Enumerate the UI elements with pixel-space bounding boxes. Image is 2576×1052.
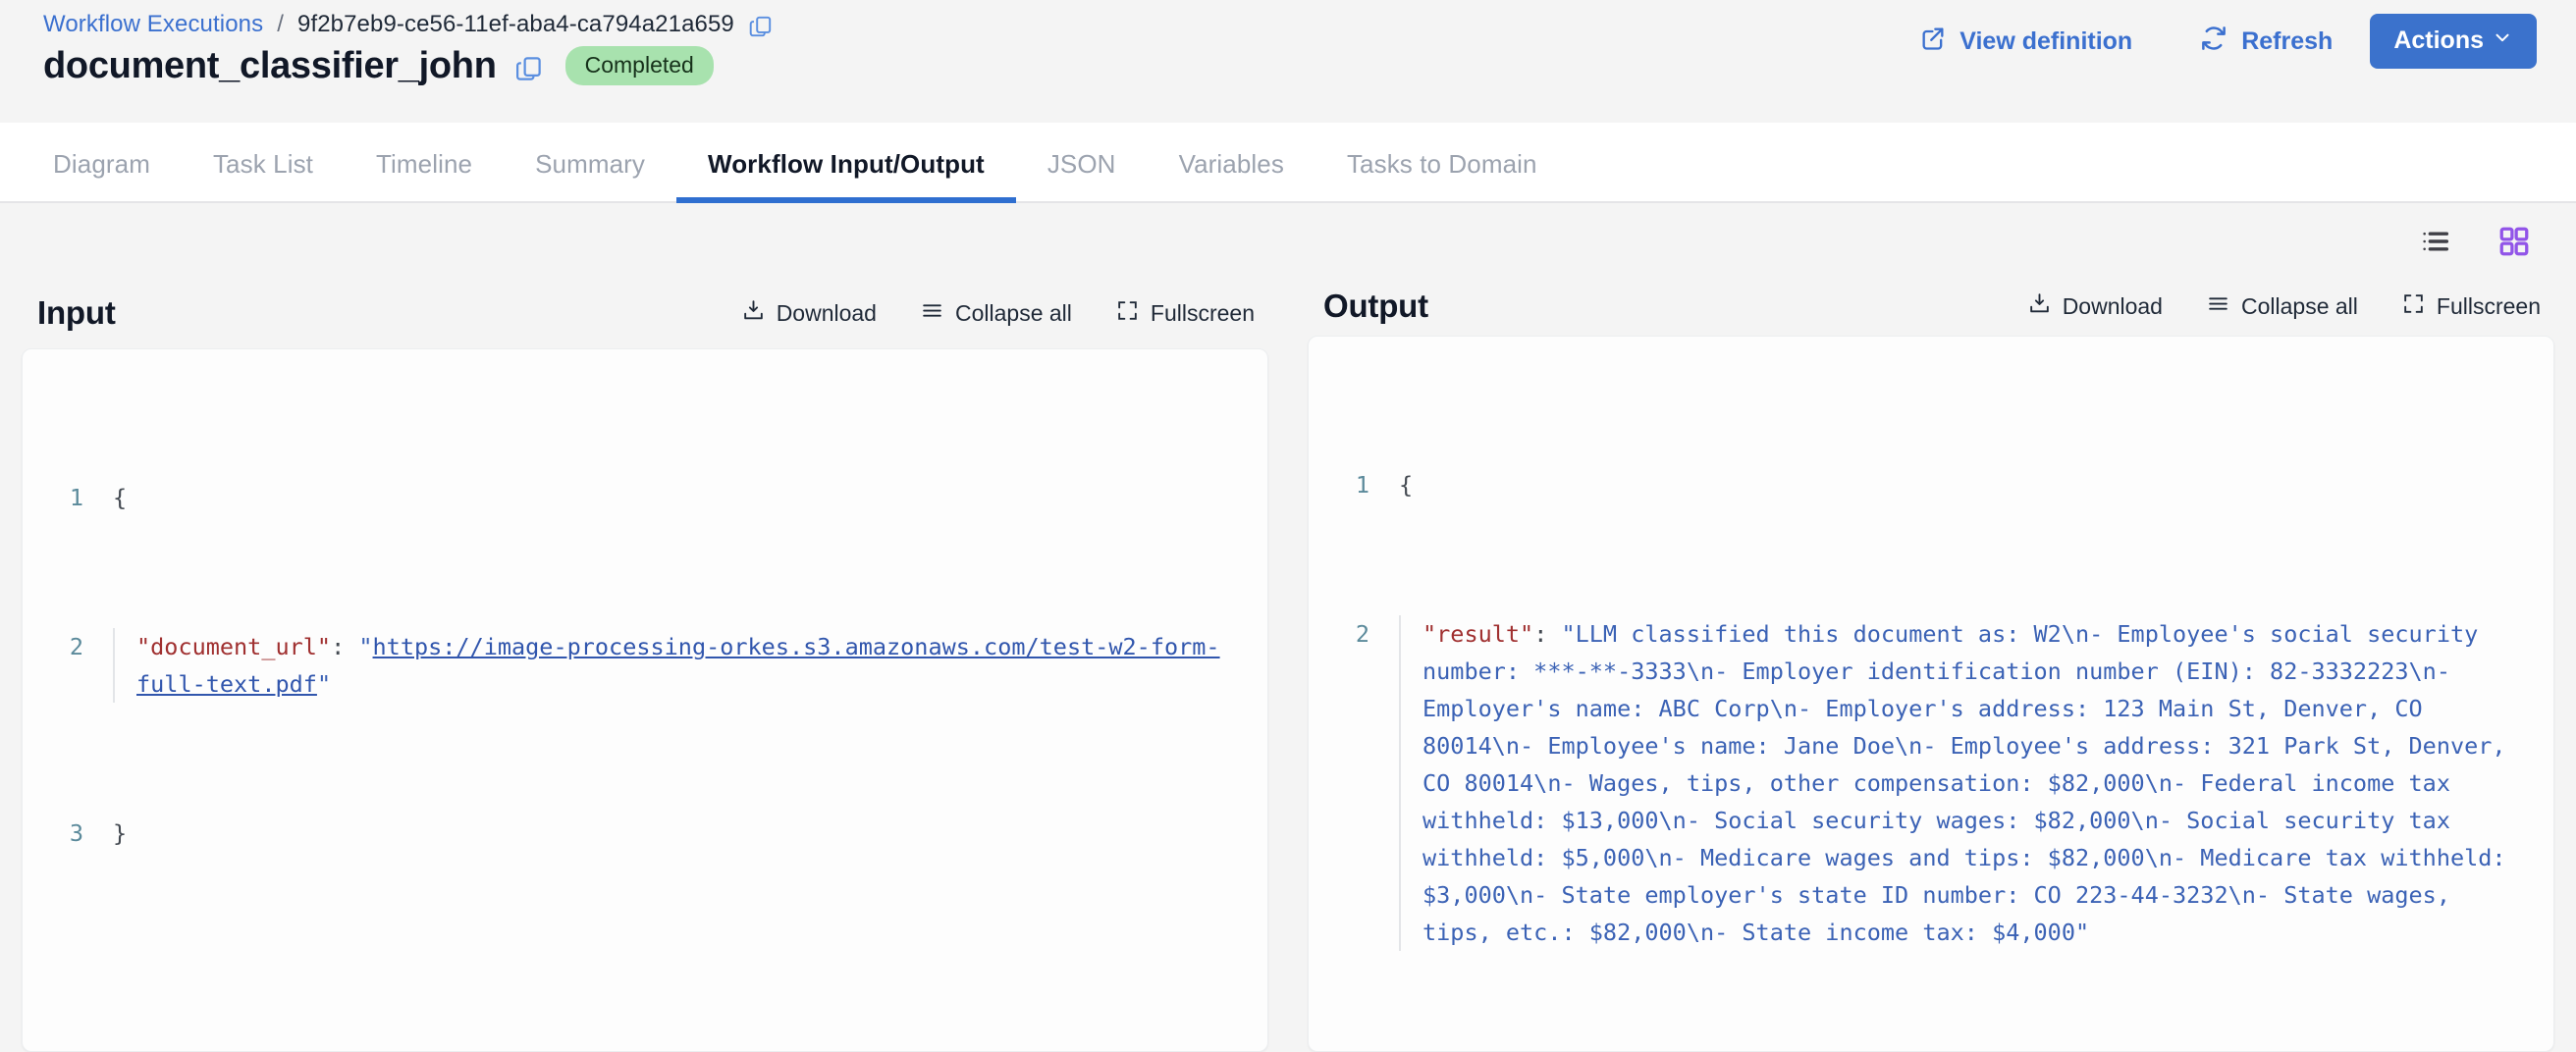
code-token: { bbox=[1399, 470, 1414, 499]
code-token: } bbox=[113, 819, 128, 847]
hamburger-icon bbox=[2206, 291, 2230, 322]
actions-label: Actions bbox=[2393, 26, 2484, 54]
refresh-button[interactable]: Refresh bbox=[2183, 16, 2348, 68]
refresh-icon bbox=[2199, 24, 2228, 60]
output-code-editor[interactable]: 1 { 2 "result": "LLM classified this doc… bbox=[1308, 335, 2554, 1052]
input-panel-title: Input bbox=[37, 294, 116, 331]
output-panel-tools: Download Collapse all Fullscreen bbox=[2027, 291, 2547, 322]
actions-button[interactable]: Actions bbox=[2370, 14, 2537, 69]
fullscreen-label: Fullscreen bbox=[2436, 292, 2541, 319]
fullscreen-icon bbox=[2401, 291, 2426, 322]
download-icon bbox=[741, 298, 766, 329]
copy-icon[interactable] bbox=[748, 14, 774, 39]
input-fullscreen-button[interactable]: Fullscreen bbox=[1115, 298, 1255, 329]
status-badge: Completed bbox=[564, 46, 714, 85]
content-area: Input Download Collapse all Fullscreen 1… bbox=[0, 203, 2576, 1052]
fullscreen-icon bbox=[1115, 298, 1140, 329]
input-code: 1 { 2 "document_url": "https://image-pro… bbox=[23, 367, 1267, 964]
output-panel: Output Download Collapse all Fullscreen … bbox=[1308, 278, 2554, 1052]
result-value: "LLM classified this document as: W2\n- … bbox=[1422, 619, 2520, 946]
tab-variables[interactable]: Variables bbox=[1148, 149, 1315, 201]
view-mode-toggle bbox=[2419, 225, 2531, 258]
tab-diagram[interactable]: Diagram bbox=[22, 149, 182, 201]
chevron-down-icon bbox=[2492, 26, 2513, 55]
view-definition-label: View definition bbox=[1959, 26, 2133, 55]
tab-task-list[interactable]: Task List bbox=[182, 149, 345, 201]
code-line: 3 } bbox=[23, 815, 1267, 852]
input-collapse-all-button[interactable]: Collapse all bbox=[920, 298, 1072, 329]
output-download-button[interactable]: Download bbox=[2027, 291, 2163, 322]
tab-workflow-input-output[interactable]: Workflow Input/Output bbox=[676, 149, 1016, 203]
output-panel-title: Output bbox=[1323, 288, 1428, 325]
header-actions: View definition Refresh Actions bbox=[1904, 14, 2537, 69]
download-label: Download bbox=[776, 299, 877, 326]
tab-bar: Diagram Task List Timeline Summary Workf… bbox=[0, 123, 2576, 203]
line-number: 1 bbox=[1355, 470, 1369, 499]
tab-summary[interactable]: Summary bbox=[504, 149, 676, 201]
breadcrumb-workflow-executions-link[interactable]: Workflow Executions bbox=[43, 10, 263, 39]
code-token: " bbox=[358, 633, 373, 660]
list-view-icon[interactable] bbox=[2419, 225, 2452, 258]
external-link-icon bbox=[1919, 25, 1947, 59]
page-header: Workflow Executions / 9f2b7eb9-ce56-11ef… bbox=[0, 0, 2576, 123]
grid-view-icon[interactable] bbox=[2497, 225, 2531, 258]
output-fullscreen-button[interactable]: Fullscreen bbox=[2401, 291, 2541, 322]
tab-json[interactable]: JSON bbox=[1016, 149, 1148, 201]
page-title: document_classifier_john bbox=[43, 45, 497, 86]
breadcrumb-execution-id: 9f2b7eb9-ce56-11ef-aba4-ca794a21a659 bbox=[297, 11, 734, 37]
download-icon bbox=[2027, 291, 2052, 322]
code-token: : bbox=[1533, 619, 1562, 648]
output-panel-header: Output Download Collapse all Fullscreen bbox=[1308, 278, 2554, 336]
line-number: 3 bbox=[69, 819, 83, 847]
download-label: Download bbox=[2062, 292, 2163, 319]
view-definition-button[interactable]: View definition bbox=[1904, 17, 2148, 67]
json-key: "result" bbox=[1422, 619, 1534, 648]
code-token: { bbox=[113, 484, 128, 511]
code-token: : bbox=[331, 633, 359, 660]
code-line: 1 { bbox=[1309, 466, 2553, 503]
line-number: 1 bbox=[69, 484, 83, 511]
code-token: " bbox=[316, 670, 332, 698]
code-line: 2 "result": "LLM classified this documen… bbox=[1309, 614, 2553, 951]
hamburger-icon bbox=[920, 298, 944, 329]
tab-tasks-to-domain[interactable]: Tasks to Domain bbox=[1315, 149, 1569, 201]
line-number: 2 bbox=[1355, 619, 1369, 648]
io-panels: Input Download Collapse all Fullscreen 1… bbox=[0, 278, 2576, 1052]
breadcrumb-separator: / bbox=[277, 11, 284, 37]
collapse-all-label: Collapse all bbox=[2240, 292, 2358, 319]
json-key: "document_url" bbox=[136, 633, 332, 660]
code-line: 2 "document_url": "https://image-process… bbox=[23, 628, 1267, 703]
input-panel-tools: Download Collapse all Fullscreen bbox=[741, 298, 1261, 329]
tab-timeline[interactable]: Timeline bbox=[345, 149, 504, 201]
copy-icon[interactable] bbox=[514, 54, 544, 83]
refresh-label: Refresh bbox=[2241, 26, 2334, 55]
output-code: 1 { 2 "result": "LLM classified this doc… bbox=[1309, 354, 2553, 1051]
input-panel-header: Input Download Collapse all Fullscreen bbox=[22, 278, 1268, 348]
collapse-all-label: Collapse all bbox=[954, 299, 1072, 326]
fullscreen-label: Fullscreen bbox=[1150, 299, 1255, 326]
output-collapse-all-button[interactable]: Collapse all bbox=[2206, 291, 2358, 322]
title-row: document_classifier_john Completed bbox=[43, 43, 714, 88]
breadcrumb: Workflow Executions / 9f2b7eb9-ce56-11ef… bbox=[43, 10, 774, 39]
input-code-editor[interactable]: 1 { 2 "document_url": "https://image-pro… bbox=[22, 348, 1268, 1052]
input-download-button[interactable]: Download bbox=[741, 298, 877, 329]
line-number: 2 bbox=[69, 633, 83, 660]
input-panel: Input Download Collapse all Fullscreen 1… bbox=[22, 278, 1268, 1052]
code-line: 1 { bbox=[23, 479, 1267, 516]
